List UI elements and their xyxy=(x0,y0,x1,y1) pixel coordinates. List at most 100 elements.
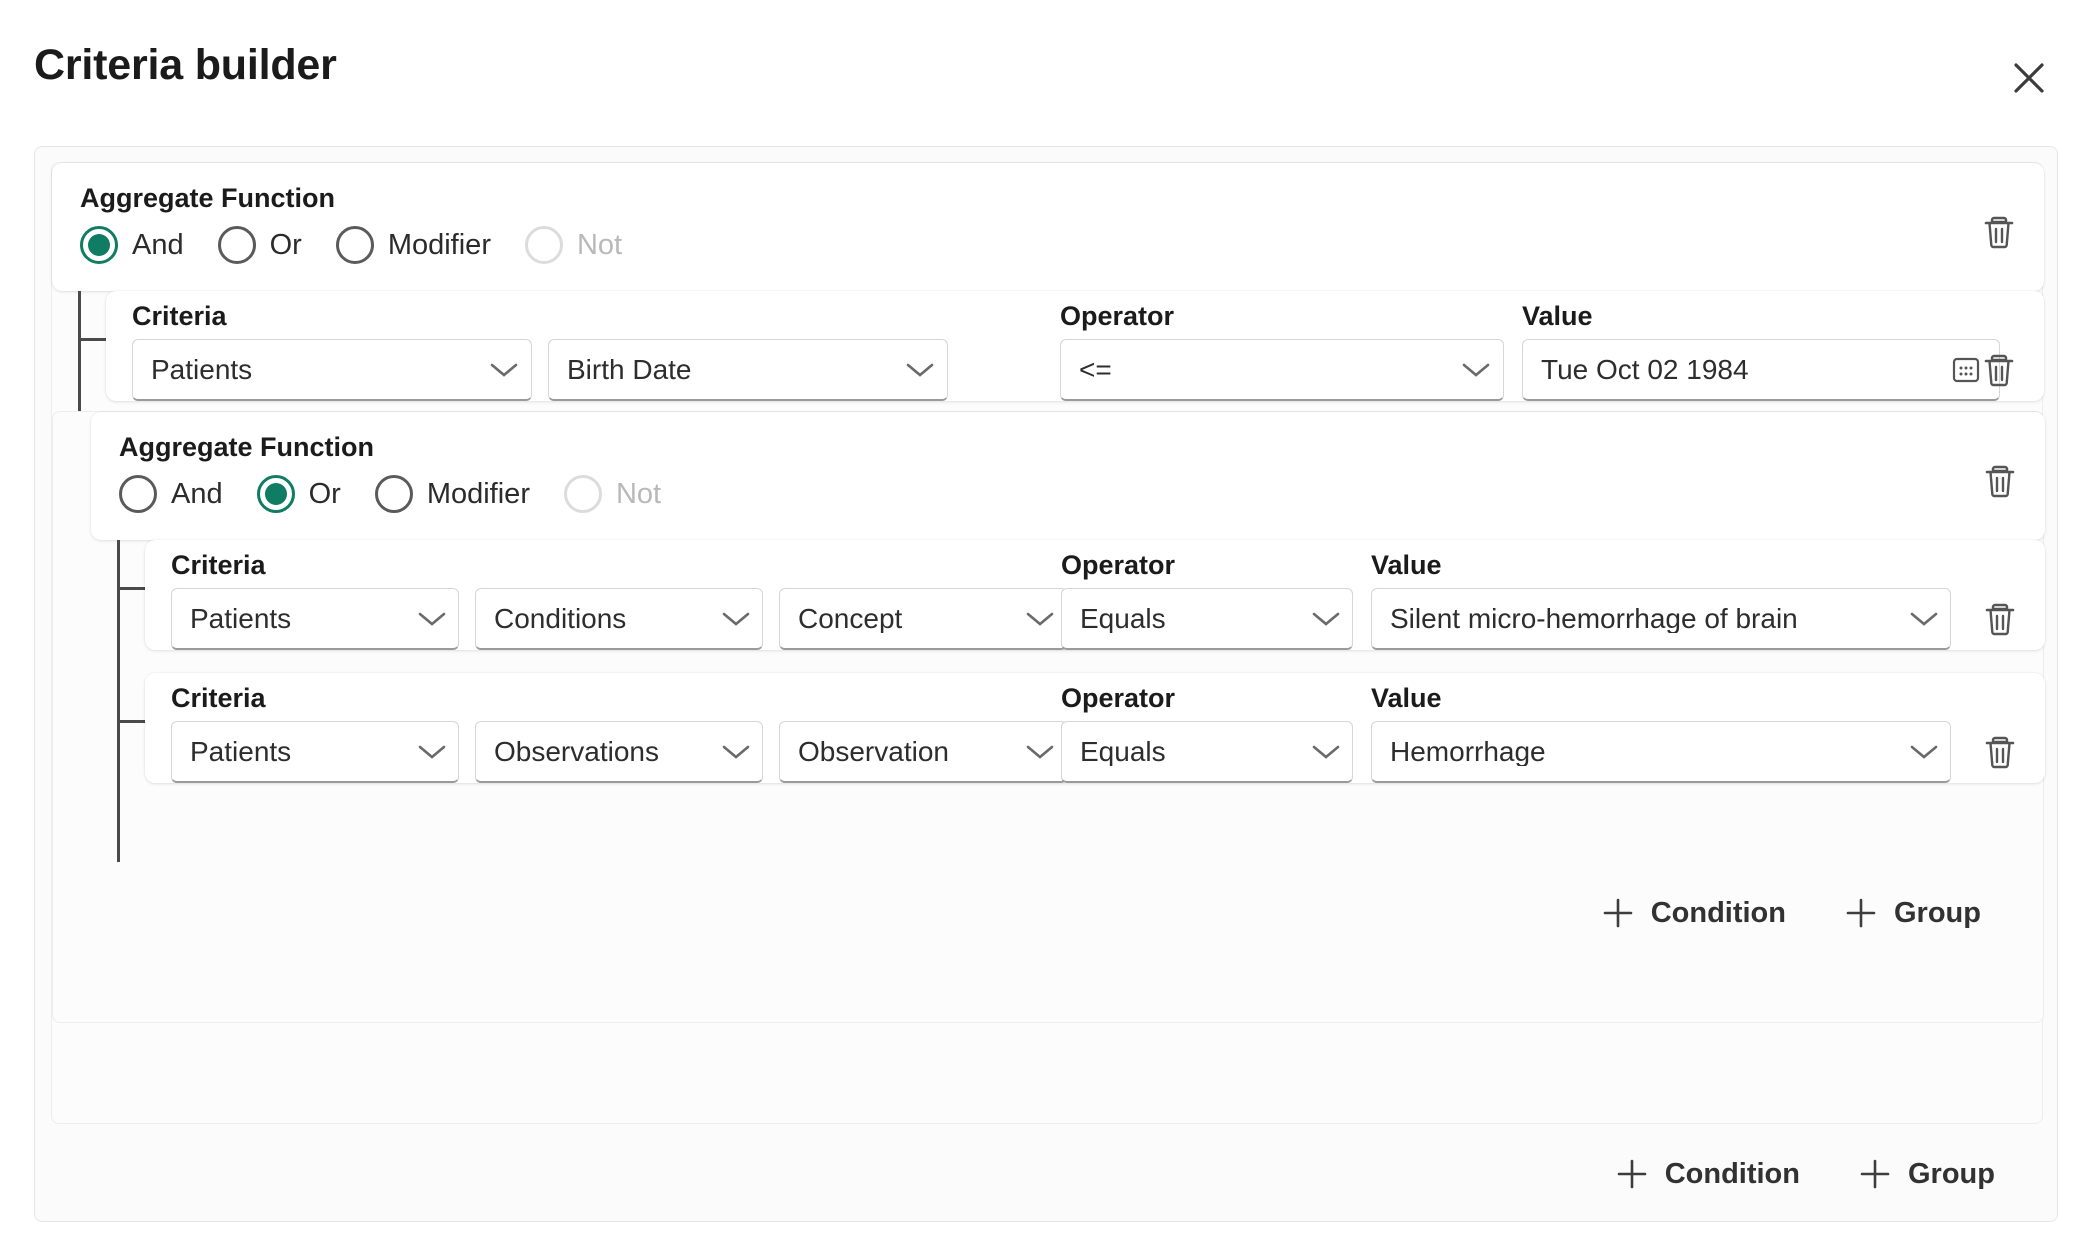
nested-radio-not: Not xyxy=(563,475,662,513)
criteria-resource-select[interactable]: Patients xyxy=(171,721,459,783)
page-title: Criteria builder xyxy=(34,41,337,89)
delete-condition-button[interactable] xyxy=(1977,721,2023,783)
radio-mark-icon xyxy=(256,475,295,513)
delete-condition-button[interactable] xyxy=(1976,339,2022,401)
criteria-category-select[interactable]: Observations xyxy=(475,721,763,783)
value-select[interactable]: Silent micro-hemorrhage of brain xyxy=(1371,588,1951,650)
operator-label: Operator xyxy=(1061,550,1176,580)
radio-mark-icon xyxy=(119,475,157,513)
criteria-category-select[interactable]: Conditions xyxy=(475,588,763,650)
radio-mark-icon xyxy=(217,226,256,264)
chevron-down-icon xyxy=(487,360,521,380)
chevron-down-icon xyxy=(1024,742,1056,762)
root-group-actions: Condition Group xyxy=(1601,1147,2009,1201)
criteria-field-value: Observation xyxy=(798,737,949,766)
add-condition-button[interactable]: Condition xyxy=(1601,1147,1814,1201)
nested-radio-or[interactable]: Or xyxy=(256,475,341,513)
operator-select[interactable]: <= xyxy=(1060,339,1504,401)
criteria-category-value: Observations xyxy=(494,737,659,766)
operator-value: Equals xyxy=(1080,737,1166,766)
operator-select[interactable]: Equals xyxy=(1061,588,1353,650)
root-radio-and-label: And xyxy=(132,228,184,261)
root-radio-and[interactable]: And xyxy=(80,226,184,264)
add-group-label: Group xyxy=(1894,896,1981,929)
condition-row: Criteria Operator Value Patients Birth D… xyxy=(106,291,2044,401)
root-radio-or-label: Or xyxy=(269,228,302,261)
criteria-field-value: Birth Date xyxy=(567,355,692,384)
value-text: Silent micro-hemorrhage of brain xyxy=(1390,604,1798,633)
condition-row: Criteria Operator Value Patients Conditi… xyxy=(145,540,2045,650)
add-condition-label: Condition xyxy=(1650,896,1786,929)
add-condition-button[interactable]: Condition xyxy=(1587,886,1800,940)
criteria-field-select[interactable]: Observation xyxy=(779,721,1067,783)
root-aggregate-radio-group: And Or Modifier Not xyxy=(80,226,2016,264)
value-select[interactable]: Hemorrhage xyxy=(1371,721,1951,783)
nested-radio-and[interactable]: And xyxy=(119,475,223,513)
delete-condition-button[interactable] xyxy=(1977,588,2023,650)
add-group-button[interactable]: Group xyxy=(1844,1147,2009,1201)
chevron-down-icon xyxy=(720,742,752,762)
criteria-resource-value: Patients xyxy=(151,355,253,384)
operator-label: Operator xyxy=(1060,301,1175,331)
nested-aggregate-radio-group: And Or Modifier Not xyxy=(119,475,2017,513)
criteria-field-value: Concept xyxy=(798,604,903,633)
criteria-field-select[interactable]: Birth Date xyxy=(548,339,948,401)
chevron-down-icon xyxy=(416,742,448,762)
root-radio-modifier-label: Modifier xyxy=(387,228,491,261)
operator-select[interactable]: Equals xyxy=(1061,721,1353,783)
nested-radio-not-label: Not xyxy=(615,477,662,510)
root-aggregate-card: Aggregate Function And Or Modifier Not xyxy=(52,163,2044,291)
nested-aggregate-card: Aggregate Function And Or Modifier Not xyxy=(91,412,2045,540)
operator-label: Operator xyxy=(1061,683,1176,713)
criteria-label: Criteria xyxy=(171,550,266,580)
chevron-down-icon xyxy=(416,609,448,629)
add-group-button[interactable]: Group xyxy=(1830,886,1995,940)
chevron-down-icon xyxy=(720,609,752,629)
plus-icon xyxy=(1844,896,1878,930)
nested-radio-or-label: Or xyxy=(308,477,341,510)
criteria-panel: Aggregate Function And Or Modifier Not C… xyxy=(34,146,2058,1222)
root-radio-modifier[interactable]: Modifier xyxy=(335,226,491,264)
value-label: Value xyxy=(1371,550,1442,580)
criteria-resource-select[interactable]: Patients xyxy=(171,588,459,650)
value-label: Value xyxy=(1371,683,1442,713)
radio-mark-icon xyxy=(524,226,563,264)
nested-group: Aggregate Function And Or Modifier Not C… xyxy=(52,411,2045,1023)
tree-connector-branch xyxy=(117,587,147,590)
nested-radio-and-label: And xyxy=(171,477,223,510)
root-radio-not: Not xyxy=(524,226,622,264)
criteria-label: Criteria xyxy=(171,683,266,713)
chevron-down-icon xyxy=(1908,742,1940,762)
condition-row: Criteria Operator Value Patients Observa… xyxy=(145,673,2045,783)
value-date-input[interactable]: Tue Oct 02 1984 xyxy=(1522,339,2000,401)
operator-value: Equals xyxy=(1080,604,1166,633)
root-aggregate-label: Aggregate Function xyxy=(80,183,335,213)
nested-group-actions: Condition Group xyxy=(1587,886,1995,940)
delete-root-group-button[interactable] xyxy=(1976,207,2022,257)
tree-connector-branch xyxy=(78,338,108,341)
radio-mark-icon xyxy=(335,226,374,264)
tree-connector-branch xyxy=(117,720,147,723)
dialog-header: Criteria builder xyxy=(0,0,2091,110)
operator-value: <= xyxy=(1079,355,1112,384)
nested-radio-modifier[interactable]: Modifier xyxy=(374,475,530,513)
add-group-label: Group xyxy=(1908,1157,1995,1190)
radio-mark-icon xyxy=(374,475,413,513)
root-radio-or[interactable]: Or xyxy=(217,226,302,264)
criteria-field-select[interactable]: Concept xyxy=(779,588,1067,650)
chevron-down-icon xyxy=(1024,609,1056,629)
value-date-text: Tue Oct 02 1984 xyxy=(1541,353,1749,385)
criteria-resource-select[interactable]: Patients xyxy=(132,339,532,401)
criteria-builder-dialog: Criteria builder Aggregate Function And xyxy=(0,0,2091,1255)
plus-icon xyxy=(1601,896,1635,930)
close-icon[interactable] xyxy=(2003,52,2055,104)
nested-aggregate-label: Aggregate Function xyxy=(119,432,374,462)
chevron-down-icon xyxy=(1310,742,1342,762)
criteria-resource-value: Patients xyxy=(190,604,292,633)
chevron-down-icon xyxy=(1310,609,1342,629)
delete-nested-group-button[interactable] xyxy=(1977,456,2023,506)
criteria-resource-value: Patients xyxy=(190,737,292,766)
chevron-down-icon xyxy=(1459,360,1493,380)
chevron-down-icon xyxy=(903,360,937,380)
plus-icon xyxy=(1858,1157,1892,1191)
